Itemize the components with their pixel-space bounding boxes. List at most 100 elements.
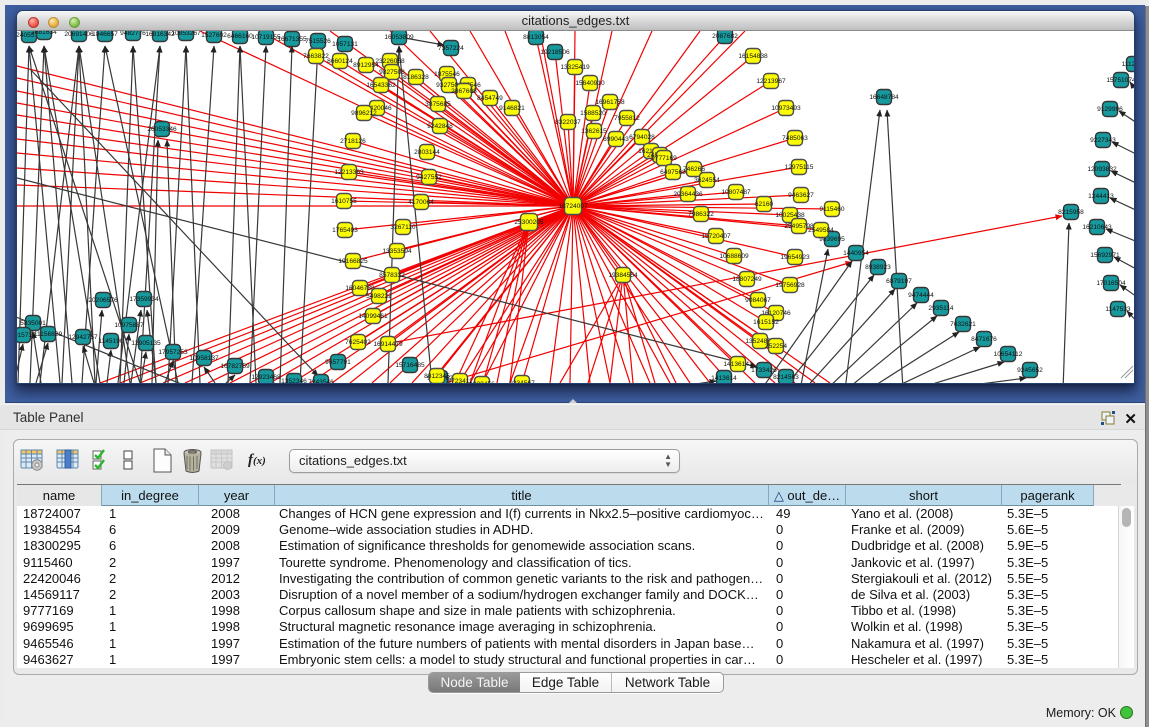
svg-text:12923468: 12923468 — [251, 374, 281, 381]
svg-text:1362615: 1362615 — [581, 128, 607, 135]
svg-text:5498222: 5498222 — [366, 293, 392, 300]
svg-text:16210643: 16210643 — [1082, 224, 1112, 231]
svg-text:62160: 62160 — [755, 201, 774, 208]
svg-text:16543362: 16543362 — [366, 82, 396, 89]
svg-text:14099461: 14099461 — [358, 313, 388, 320]
svg-text:8214563: 8214563 — [773, 374, 799, 381]
svg-text:1765493: 1765493 — [332, 227, 358, 234]
svg-text:1057131: 1057131 — [332, 41, 358, 48]
svg-text:16648784: 16648784 — [869, 94, 899, 101]
svg-text:1440954: 1440954 — [843, 250, 869, 257]
svg-text:17957253: 17957253 — [158, 349, 188, 356]
svg-text:8990443: 8990443 — [603, 136, 629, 143]
svg-text:1413614: 1413614 — [711, 375, 737, 382]
svg-text:11156829: 11156829 — [34, 331, 63, 338]
svg-text:14136141: 14136141 — [723, 361, 753, 368]
svg-text:1733426: 1733426 — [751, 367, 777, 374]
svg-text:7955812: 7955812 — [614, 115, 640, 122]
svg-text:3875685: 3875685 — [425, 101, 451, 108]
svg-text:9242848: 9242848 — [427, 123, 453, 130]
svg-text:16961758: 16961758 — [595, 99, 625, 106]
svg-text:1610755: 1610755 — [331, 198, 357, 205]
svg-text:6879197: 6879197 — [886, 278, 912, 285]
svg-text:1147533: 1147533 — [1105, 306, 1131, 313]
svg-text:252254: 252254 — [765, 343, 787, 350]
svg-text:19218506: 19218506 — [540, 49, 570, 56]
svg-text:9115460: 9115460 — [819, 206, 845, 213]
svg-text:3624554: 3624554 — [694, 177, 720, 184]
svg-text:8215958: 8215958 — [1058, 209, 1084, 216]
svg-text:10958137: 10958137 — [189, 355, 219, 362]
svg-text:9896212: 9896212 — [351, 110, 377, 117]
svg-text:20364436: 20364436 — [673, 191, 703, 198]
svg-text:9084067: 9084067 — [745, 297, 771, 304]
svg-text:2367608: 2367608 — [451, 88, 477, 95]
svg-text:9657791: 9657791 — [325, 359, 351, 366]
svg-text:19166825: 19166825 — [338, 258, 368, 265]
svg-text:12093832: 12093832 — [1087, 166, 1117, 173]
svg-text:1527602: 1527602 — [201, 32, 227, 39]
svg-text:9427552: 9427552 — [416, 174, 442, 181]
svg-text:15716485: 15716485 — [395, 362, 425, 369]
svg-text:1681634: 1681634 — [31, 31, 57, 36]
svg-text:9482776: 9482776 — [120, 31, 146, 37]
svg-text:19384554: 19384554 — [608, 272, 638, 279]
svg-text:7357224: 7357224 — [438, 45, 464, 52]
svg-text:7515526: 7515526 — [305, 38, 331, 45]
svg-text:10973493: 10973493 — [771, 105, 801, 112]
svg-text:9777169: 9777169 — [651, 155, 677, 162]
svg-text:1352346: 1352346 — [281, 378, 307, 383]
svg-text:10654112: 10654112 — [994, 351, 1023, 358]
svg-text:19756928: 19756928 — [775, 282, 805, 289]
svg-text:6794028: 6794028 — [629, 134, 655, 141]
svg-text:1112905: 1112905 — [1122, 61, 1134, 68]
svg-text:25300205: 25300205 — [514, 219, 544, 226]
svg-text:1244413: 1244413 — [1088, 193, 1114, 200]
svg-text:1846657: 1846657 — [92, 31, 118, 38]
svg-text:10975887: 10975887 — [114, 322, 144, 329]
svg-text:1923456: 1923456 — [469, 381, 495, 383]
svg-text:16154838: 16154838 — [738, 53, 768, 60]
svg-text:6466160: 6466160 — [227, 33, 253, 40]
svg-text:15751074: 15751074 — [1106, 77, 1134, 84]
svg-text:18724007: 18724007 — [558, 203, 588, 210]
svg-text:2718126: 2718126 — [340, 138, 366, 145]
svg-text:16053809: 16053809 — [384, 34, 414, 41]
svg-text:8454749: 8454749 — [477, 95, 503, 102]
svg-text:8471676: 8471676 — [971, 336, 997, 343]
svg-text:8812345: 8812345 — [424, 373, 450, 380]
svg-text:8813054: 8813054 — [523, 34, 549, 41]
svg-text:7625402: 7625402 — [345, 339, 371, 346]
svg-text:4170064: 4170064 — [408, 199, 434, 206]
svg-text:12942757: 12942757 — [68, 334, 98, 341]
svg-text:10807487: 10807487 — [721, 189, 751, 196]
svg-text:12975115: 12975115 — [785, 164, 814, 171]
svg-text:7986322: 7986322 — [688, 211, 714, 218]
svg-text:9474444: 9474444 — [908, 292, 934, 299]
svg-text:13325419: 13325419 — [560, 64, 590, 71]
svg-text:16046788: 16046788 — [345, 285, 375, 292]
svg-text:2803144: 2803144 — [414, 149, 440, 156]
svg-text:7663822: 7663822 — [303, 53, 329, 60]
svg-text:16914479: 16914479 — [373, 341, 403, 348]
svg-text:7243546: 7243546 — [308, 379, 334, 383]
svg-text:1615152: 1615152 — [753, 319, 779, 326]
svg-text:8578332: 8578332 — [379, 272, 405, 279]
svg-text:2935114: 2935114 — [928, 305, 954, 312]
svg-text:12905135: 12905135 — [131, 340, 161, 347]
svg-text:16671355: 16671355 — [277, 36, 307, 43]
svg-text:20206576: 20206576 — [88, 297, 118, 304]
svg-text:8322037: 8322037 — [555, 119, 581, 126]
svg-text:7632621: 7632621 — [950, 321, 976, 328]
svg-text:9234567: 9234567 — [509, 380, 535, 383]
svg-text:3267110: 3267110 — [390, 224, 416, 231]
svg-text:15692971: 15692971 — [1090, 252, 1120, 259]
svg-text:12213363: 12213363 — [334, 169, 364, 176]
svg-text:7485063: 7485063 — [782, 135, 808, 142]
svg-text:8938923: 8938923 — [865, 264, 891, 271]
svg-text:9245652: 9245652 — [1017, 367, 1043, 374]
svg-text:15640910: 15640910 — [575, 80, 605, 87]
svg-text:12213967: 12213967 — [756, 78, 786, 85]
svg-text:9129996: 9129996 — [1097, 106, 1123, 113]
svg-text:2549584: 2549584 — [808, 227, 834, 234]
